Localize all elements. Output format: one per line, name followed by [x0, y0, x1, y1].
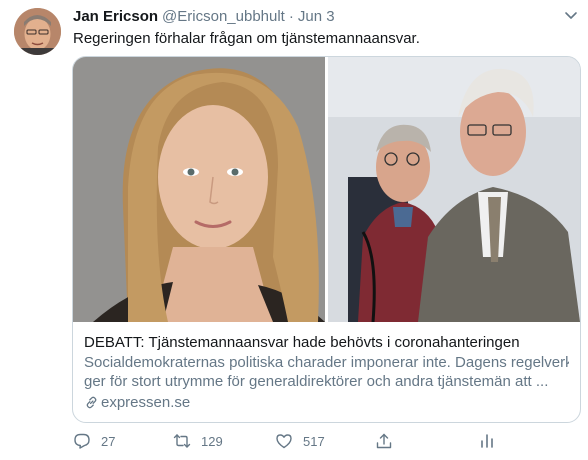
card-title: DEBATT: Tjänstemannaansvar hade behövts …	[84, 334, 520, 351]
reply-button[interactable]: 27	[73, 432, 115, 450]
card-image[interactable]	[73, 57, 580, 322]
retweet-icon	[173, 434, 191, 448]
chevron-down-icon[interactable]	[562, 6, 580, 24]
tweet-actions: 27 129 517	[73, 432, 503, 454]
link-card[interactable]: DEBATT: Tjänstemannaansvar hade behövts …	[72, 56, 581, 423]
share-button[interactable]	[375, 432, 393, 450]
card-description-line-1: Socialdemokraternas politiska charader i…	[84, 354, 569, 371]
tweet-text: Regeringen förhalar frågan om tjänsteman…	[73, 30, 420, 47]
analytics-button[interactable]	[478, 432, 496, 450]
share-icon	[376, 433, 392, 449]
retweet-count: 129	[201, 433, 223, 449]
tweet-date[interactable]: Jun 3	[298, 8, 335, 25]
author-name[interactable]: Jan Ericson	[73, 8, 158, 25]
separator-dot: ·	[288, 8, 294, 25]
analytics-icon	[481, 434, 493, 448]
card-body[interactable]: DEBATT: Tjänstemannaansvar hade behövts …	[73, 323, 580, 412]
author-handle[interactable]: @Ericson_ubbhult	[162, 8, 285, 25]
link-icon	[86, 396, 97, 409]
card-domain-text: expressen.se	[101, 394, 191, 411]
like-count: 517	[303, 433, 325, 449]
tweet-header: Jan Ericson @Ericson_ubbhult · Jun 3	[73, 8, 335, 26]
avatar[interactable]	[14, 8, 61, 55]
reply-count: 27	[101, 433, 116, 449]
reply-icon	[74, 433, 90, 449]
heart-icon	[276, 434, 292, 449]
retweet-button[interactable]: 129	[173, 432, 223, 450]
card-description-line-2: ger för stort utrymme för generaldirektö…	[84, 373, 549, 390]
card-domain: expressen.se	[84, 393, 569, 412]
card-description: Socialdemokraternas politiska charader i…	[84, 353, 569, 391]
like-button[interactable]: 517	[275, 432, 325, 450]
